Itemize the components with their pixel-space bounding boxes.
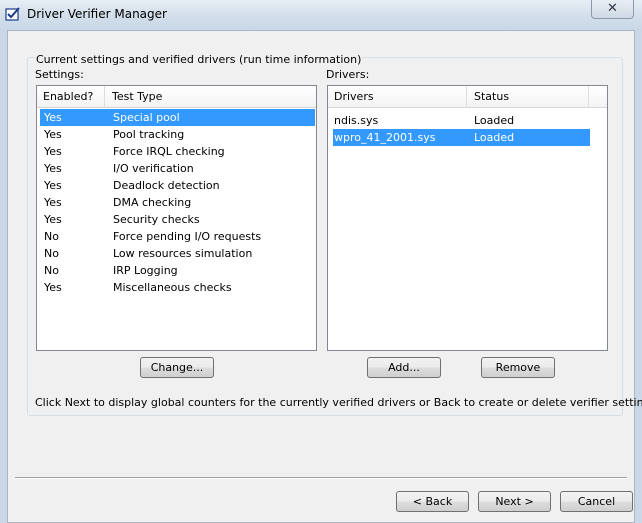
drivers-list-header: Drivers Status [328,86,607,108]
settings-list-header: Enabled? Test Type [37,86,316,108]
driver-status-cell: Loaded [474,114,515,127]
driver-row[interactable]: wpro_41_2001.sys Loaded [328,129,607,146]
test-type-cell: DMA checking [113,196,192,209]
settings-row[interactable]: No Force pending I/O requests [37,228,316,245]
enabled-cell: Yes [44,179,62,192]
window-title: Driver Verifier Manager [27,7,167,21]
close-icon: ✕ [607,1,618,16]
test-type-cell: Special pool [113,111,180,124]
enabled-cell: Yes [44,128,62,141]
test-type-cell: Deadlock detection [113,179,220,192]
enabled-cell: Yes [44,145,62,158]
test-type-cell: Low resources simulation [113,247,253,260]
drivers-list[interactable]: Drivers Status ndis.sys Loaded wpro_41_200… [327,85,608,351]
enabled-cell: Yes [44,213,62,226]
enabled-cell: Yes [44,281,62,294]
driver-row[interactable]: ndis.sys Loaded [328,112,607,129]
group-caption: Current settings and verified drivers (r… [35,53,363,66]
window-frame-right [635,30,642,523]
settings-row[interactable]: Yes DMA checking [37,194,316,211]
column-header-status[interactable]: Status [468,86,589,108]
info-text: Click Next to display global counters fo… [35,396,642,409]
dialog-client-area: Current settings and verified drivers (r… [7,30,642,523]
test-type-cell: Force pending I/O requests [113,230,262,243]
verifier-app-icon [5,6,21,22]
cancel-button[interactable]: Cancel [560,491,633,512]
drivers-label: Drivers: [326,68,370,81]
settings-row[interactable]: Yes Special pool [37,109,316,126]
settings-row[interactable]: Yes I/O verification [37,160,316,177]
settings-row[interactable]: Yes Force IRQL checking [37,143,316,160]
test-type-cell: Security checks [113,213,200,226]
settings-label: Settings: [35,68,84,81]
driver-status-cell: Loaded [474,131,515,144]
settings-row[interactable]: Yes Pool tracking [37,126,316,143]
window-frame-left [0,30,7,523]
enabled-cell: Yes [44,162,62,175]
add-driver-button[interactable]: Add... [367,357,441,378]
driver-name-cell: wpro_41_2001.sys [334,131,436,144]
driver-name-cell: ndis.sys [334,114,379,127]
enabled-cell: Yes [44,111,62,124]
settings-list[interactable]: Enabled? Test Type Yes Special pool Yes Poo… [36,85,317,351]
settings-row[interactable]: No Low resources simulation [37,245,316,262]
test-type-cell: Pool tracking [113,128,185,141]
enabled-cell: Yes [44,196,62,209]
column-header-enabled[interactable]: Enabled? [37,86,105,108]
column-header-drivers[interactable]: Drivers [328,86,467,108]
title-bar: Driver Verifier Manager ✕ [0,0,642,30]
settings-row[interactable]: No IRP Logging [37,262,316,279]
remove-driver-button[interactable]: Remove [481,357,555,378]
back-button[interactable]: < Back [396,491,469,512]
settings-row[interactable]: Yes Deadlock detection [37,177,316,194]
close-button[interactable]: ✕ [591,0,634,19]
enabled-cell: No [44,264,59,277]
test-type-cell: Miscellaneous checks [113,281,232,294]
test-type-cell: I/O verification [113,162,194,175]
next-button[interactable]: Next > [478,491,551,512]
column-header-test-type[interactable]: Test Type [106,86,317,108]
test-type-cell: IRP Logging [113,264,178,277]
change-button[interactable]: Change... [140,357,214,378]
enabled-cell: No [44,247,59,260]
footer-separator [15,477,627,479]
test-type-cell: Force IRQL checking [113,145,225,158]
settings-row[interactable]: Yes Miscellaneous checks [37,279,316,296]
enabled-cell: No [44,230,59,243]
settings-row[interactable]: Yes Security checks [37,211,316,228]
